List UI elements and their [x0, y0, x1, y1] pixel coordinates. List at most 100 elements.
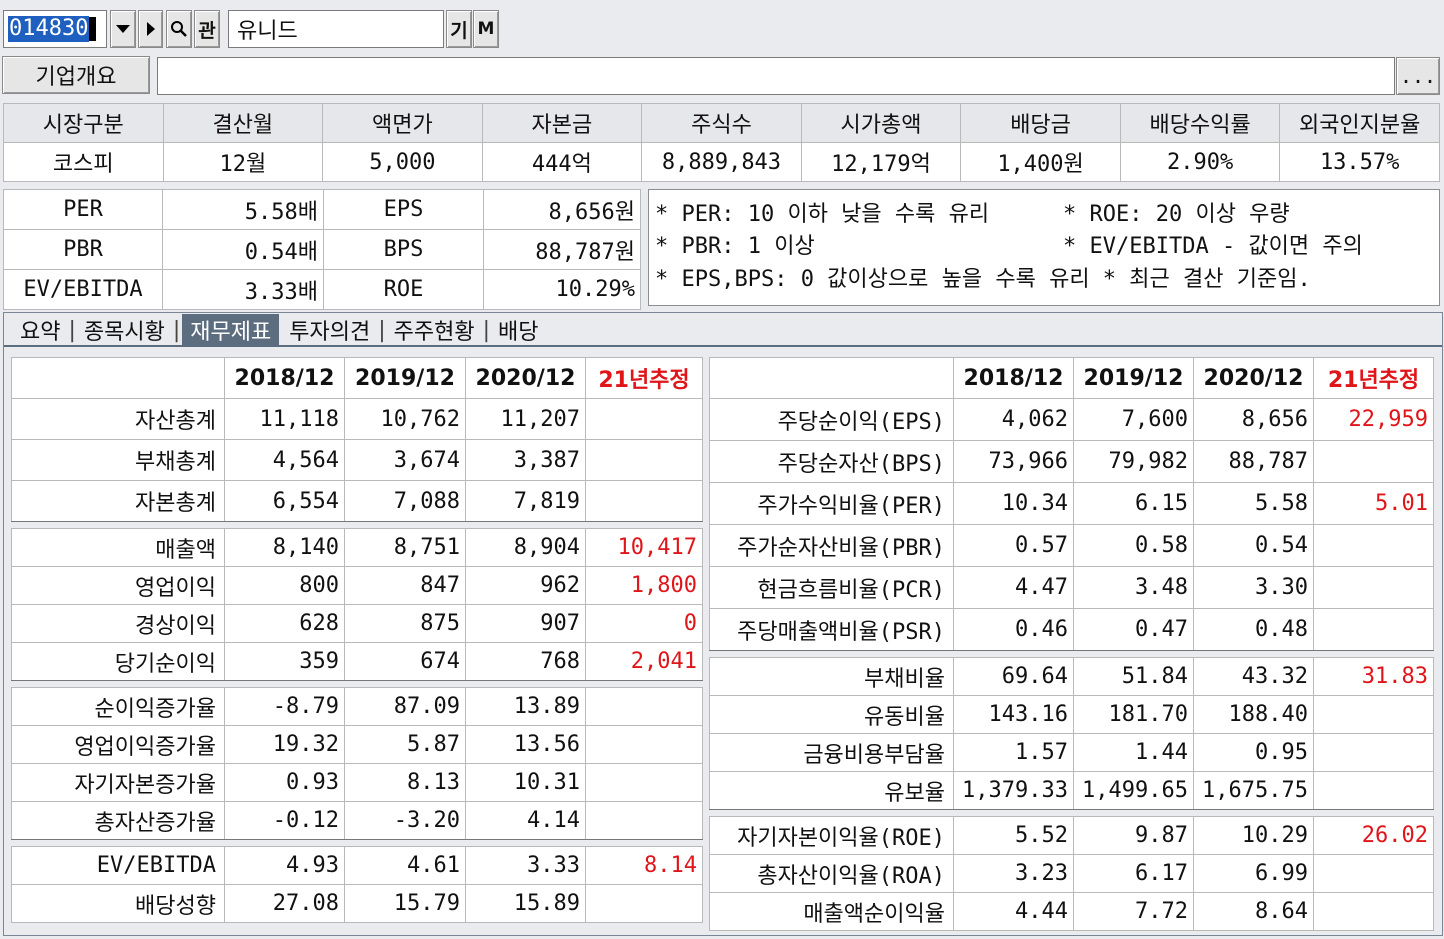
group-spacer	[709, 650, 1434, 658]
dropdown-button[interactable]	[110, 10, 136, 48]
stock-name-field[interactable]: 유니드	[228, 10, 444, 48]
info-header: 결산월	[162, 103, 324, 143]
gi-button[interactable]: 기	[446, 10, 472, 48]
company-overview-button[interactable]: 기업개요	[2, 56, 150, 94]
row-label: EV/EBITDA	[11, 846, 225, 885]
note-per: * PER: 10 이하 낮을 수록 유리	[655, 202, 990, 227]
cell-value: 181.70	[1073, 695, 1194, 734]
cell-value: 8,140	[224, 528, 345, 567]
note-eps-bps: * EPS,BPS: 0 값이상으로 높을 수록 유리 * 최근 결산 기준임.	[655, 267, 1311, 292]
tab-bar: 요약 | 종목시황 | 재무제표 투자의견 | 주주현황 | 배당	[14, 314, 545, 346]
cell-value	[1313, 733, 1434, 772]
cell-value: 4.47	[953, 566, 1074, 609]
cell-value	[585, 884, 703, 923]
tab-separator: |	[378, 317, 386, 343]
tab-investment-opinion[interactable]: 투자의견	[283, 314, 376, 346]
info-value: 12,179억	[800, 142, 962, 182]
cell-value: 0.54	[1193, 524, 1314, 567]
ratio-value: 0.54배	[162, 229, 324, 270]
cell-value: 628	[224, 604, 345, 643]
table-row: 영업이익 800 847 962 1,800	[11, 566, 703, 605]
cell-value	[585, 687, 703, 726]
cell-value	[585, 480, 703, 522]
tab-shareholders[interactable]: 주주현황	[388, 314, 481, 346]
info-value: 5,000	[322, 142, 483, 182]
note-ev-ebitda: * EV/EBITDA - 값이면 주의	[1063, 234, 1363, 259]
ratio-row: PER 5.58배 EPS 8,656원	[3, 189, 641, 230]
ratio-key: ROE	[323, 269, 484, 310]
row-label: 주가수익비율(PER)	[709, 482, 954, 525]
cell-value: 143.16	[953, 695, 1074, 734]
row-label: 부채비율	[709, 657, 954, 696]
cell-value: 10.31	[465, 763, 586, 802]
cell-value: 0.47	[1073, 608, 1194, 651]
table-row: 유보율 1,379.33 1,499.65 1,675.75	[709, 771, 1434, 810]
cell-value: 3.30	[1193, 566, 1314, 609]
cell-value	[1313, 854, 1434, 893]
cell-value: 768	[465, 642, 586, 681]
cell-value: 79,982	[1073, 440, 1194, 483]
note-roe: * ROE: 20 이상 우량	[1063, 202, 1290, 227]
financials-left-table: 2018/12 2019/12 2020/12 21년추정 자산총계 11,118 10,7…	[11, 357, 703, 923]
cell-value: 8.14	[585, 846, 703, 885]
tab-separator: |	[172, 317, 181, 343]
cell-value	[1313, 771, 1434, 810]
cell-value: 9.87	[1073, 816, 1194, 855]
info-header: 자본금	[481, 103, 643, 143]
row-label: 주당매출액비율(PSR)	[709, 608, 954, 651]
cell-value: 1,379.33	[953, 771, 1074, 810]
market-info-table: 시장구분 결산월 액면가 자본금 주식수 시가총액 배당금 배당수익률 외국인지…	[3, 103, 1440, 182]
ratio-table: PER 5.58배 EPS 8,656원 PBR 0.54배 BPS 88,78…	[3, 189, 641, 310]
column-header: 2019/12	[344, 357, 466, 399]
table-row: 당기순이익 359 674 768 2,041	[11, 642, 703, 681]
cell-value: 10,417	[585, 528, 703, 567]
table-row: 주가순자산비율(PBR) 0.57 0.58 0.54	[709, 524, 1434, 567]
cell-value: 1,800	[585, 566, 703, 605]
table-row: 현금흐름비율(PCR) 4.47 3.48 3.30	[709, 566, 1434, 609]
group-spacer	[11, 839, 703, 847]
row-label: 배당성향	[11, 884, 225, 923]
cell-value: 7,088	[344, 480, 466, 522]
cell-value: 3.33	[465, 846, 586, 885]
tab-market-news[interactable]: 종목시황	[78, 314, 171, 346]
tab-dividend[interactable]: 배당	[492, 314, 544, 346]
table-row: 자기자본증가율 0.93 8.13 10.31	[11, 763, 703, 802]
row-label: 유보율	[709, 771, 954, 810]
company-overview-field[interactable]	[157, 57, 1395, 95]
search-button[interactable]	[166, 10, 192, 48]
ratio-value: 10.29%	[483, 269, 641, 310]
tab-financials[interactable]: 재무제표	[182, 314, 280, 346]
more-button[interactable]: ...	[1396, 57, 1440, 95]
table-row: 총자산이익율(ROA) 3.23 6.17 6.99	[709, 854, 1434, 893]
info-value: 코스피	[3, 142, 164, 182]
next-button[interactable]	[138, 10, 163, 48]
stock-code-input[interactable]: 014830	[3, 10, 107, 48]
cell-value: 4,564	[224, 439, 345, 481]
row-label: 현금흐름비율(PCR)	[709, 566, 954, 609]
gwan-button[interactable]: 관	[194, 10, 220, 48]
tab-summary[interactable]: 요약	[14, 314, 66, 346]
left-header-row: 2018/12 2019/12 2020/12 21년추정	[11, 357, 703, 399]
info-header: 외국인지분율	[1279, 103, 1440, 143]
cell-value: 10.29	[1193, 816, 1314, 855]
ratio-row: PBR 0.54배 BPS 88,787원	[3, 229, 641, 270]
info-value: 13.57%	[1279, 142, 1440, 182]
cell-value: 0	[585, 604, 703, 643]
cell-value: 6.17	[1073, 854, 1194, 893]
cell-value: 5.87	[344, 725, 466, 764]
cell-value: 7,819	[465, 480, 586, 522]
row-label: 총자산증가율	[11, 801, 225, 840]
cell-value	[585, 763, 703, 802]
row-label: 자기자본증가율	[11, 763, 225, 802]
cell-value: 6.15	[1073, 482, 1194, 525]
ratio-row: EV/EBITDA 3.33배 ROE 10.29%	[3, 269, 641, 310]
stock-code-value: 014830	[8, 16, 90, 42]
search-icon	[171, 21, 187, 37]
info-value: 444억	[481, 142, 643, 182]
cell-value: 800	[224, 566, 345, 605]
cell-value: 875	[344, 604, 466, 643]
info-header: 시장구분	[3, 103, 164, 143]
m-button[interactable]: M	[473, 10, 499, 48]
cell-value: 11,207	[465, 398, 586, 440]
table-row: 배당성향 27.08 15.79 15.89	[11, 884, 703, 923]
